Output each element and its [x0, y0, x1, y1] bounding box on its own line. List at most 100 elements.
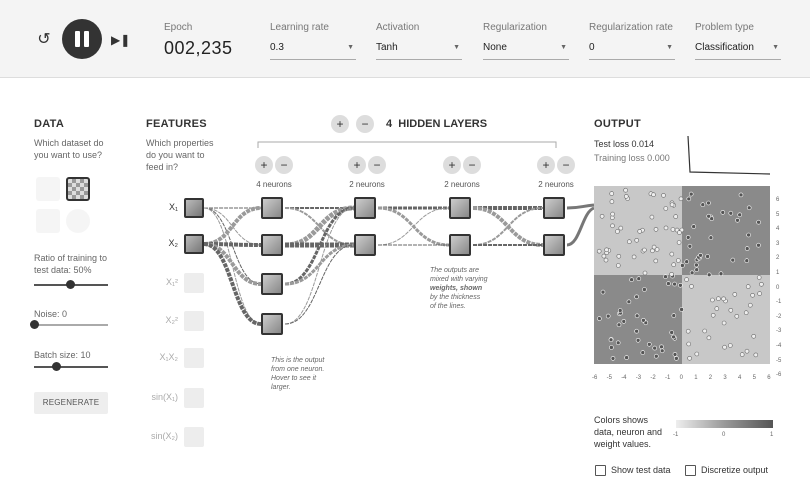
data-point	[751, 334, 756, 339]
data-point	[636, 276, 642, 281]
neuron-node[interactable]	[261, 234, 283, 256]
show-test-data-checkbox[interactable]	[595, 465, 606, 476]
output-heatmap[interactable]	[594, 186, 770, 364]
neuron-node[interactable]	[543, 197, 565, 219]
y-axis-tick: 2	[776, 255, 780, 262]
neuron-node[interactable]	[261, 273, 283, 295]
data-point	[694, 351, 700, 357]
data-point	[626, 239, 632, 245]
discretize-output-checkbox[interactable]	[685, 465, 696, 476]
neuron-node[interactable]	[261, 197, 283, 219]
data-point	[637, 229, 643, 234]
data-point	[705, 254, 710, 259]
data-point	[646, 342, 652, 347]
data-point	[686, 341, 691, 347]
add-neuron-button[interactable]: +	[443, 156, 461, 174]
x-axis-tick: 3	[723, 375, 727, 381]
data-point	[615, 229, 620, 234]
data-point	[609, 345, 614, 350]
data-point	[617, 308, 623, 313]
x-axis-tick: -5	[606, 375, 612, 381]
data-point	[642, 247, 647, 253]
data-point	[728, 210, 734, 216]
data-point	[706, 200, 711, 206]
data-point	[687, 356, 692, 361]
neuron-node[interactable]	[449, 234, 471, 256]
data-point	[666, 281, 671, 286]
data-point	[621, 319, 627, 324]
data-point	[673, 214, 678, 219]
y-axis-tick: 4	[776, 226, 780, 233]
remove-neuron-button[interactable]: −	[557, 156, 575, 174]
neuron-note: This is the output from one neuron. Hover …	[271, 357, 325, 391]
data-point	[634, 294, 639, 300]
data-point	[685, 328, 691, 334]
add-neuron-button[interactable]: +	[255, 156, 273, 174]
add-layer-button[interactable]: +	[331, 115, 349, 133]
data-point	[616, 322, 622, 328]
x-axis-tick: 4	[738, 375, 742, 381]
neuron-node[interactable]	[449, 197, 471, 219]
x-axis-tick: 5	[752, 375, 756, 381]
data-point	[745, 284, 751, 289]
data-point	[642, 270, 648, 276]
neuron-count-label: 2 neurons	[349, 180, 385, 189]
data-point	[610, 211, 615, 217]
data-point	[678, 196, 684, 202]
data-point	[661, 193, 666, 198]
data-point	[659, 348, 665, 354]
data-point	[732, 292, 738, 297]
data-point	[676, 240, 682, 245]
data-point	[718, 271, 724, 276]
data-point	[618, 225, 624, 231]
data-point	[728, 308, 734, 313]
neuron-node[interactable]	[354, 197, 376, 219]
colorbar-tick: 1	[770, 432, 774, 438]
data-point	[691, 224, 696, 229]
data-point	[746, 205, 752, 211]
neuron-count-label: 4 neurons	[256, 180, 292, 189]
remove-layer-button[interactable]: −	[356, 115, 374, 133]
test-loss: Test loss 0.014	[594, 139, 655, 149]
data-point	[600, 289, 606, 295]
data-point	[677, 230, 682, 235]
data-point	[670, 227, 676, 232]
y-axis-tick: 0	[776, 284, 780, 291]
data-point	[674, 356, 679, 361]
data-point	[652, 345, 658, 351]
x-axis-tick: -2	[650, 375, 656, 381]
remove-neuron-button[interactable]: −	[463, 156, 481, 174]
add-neuron-button[interactable]: +	[537, 156, 555, 174]
data-point	[728, 343, 733, 348]
data-point	[757, 291, 762, 296]
neuron-node[interactable]	[261, 313, 283, 335]
remove-neuron-button[interactable]: −	[368, 156, 386, 174]
remove-neuron-button[interactable]: −	[275, 156, 293, 174]
neuron-node[interactable]	[543, 234, 565, 256]
data-point	[756, 219, 761, 225]
data-point	[744, 258, 750, 263]
hidden-layers-title: 4 HIDDEN LAYERS	[386, 118, 488, 130]
data-point	[716, 296, 721, 301]
color-scale-bar	[676, 420, 773, 428]
data-point	[737, 212, 742, 218]
x-axis-tick: 0	[679, 375, 683, 381]
data-point	[750, 293, 755, 298]
add-neuron-button[interactable]: +	[348, 156, 366, 174]
y-axis-tick: -3	[776, 328, 782, 335]
data-point	[710, 313, 716, 318]
data-point	[610, 356, 616, 361]
show-test-data-label: Show test data	[611, 465, 671, 475]
data-point	[623, 187, 628, 193]
data-point	[671, 262, 676, 267]
data-point	[734, 314, 740, 319]
weight-link	[203, 207, 262, 246]
data-point	[708, 235, 714, 241]
data-point	[739, 352, 745, 357]
data-point	[676, 258, 681, 263]
neuron-node[interactable]	[354, 234, 376, 256]
data-point	[626, 299, 632, 305]
data-point	[669, 272, 674, 277]
data-point	[616, 254, 622, 259]
data-point	[706, 335, 712, 341]
